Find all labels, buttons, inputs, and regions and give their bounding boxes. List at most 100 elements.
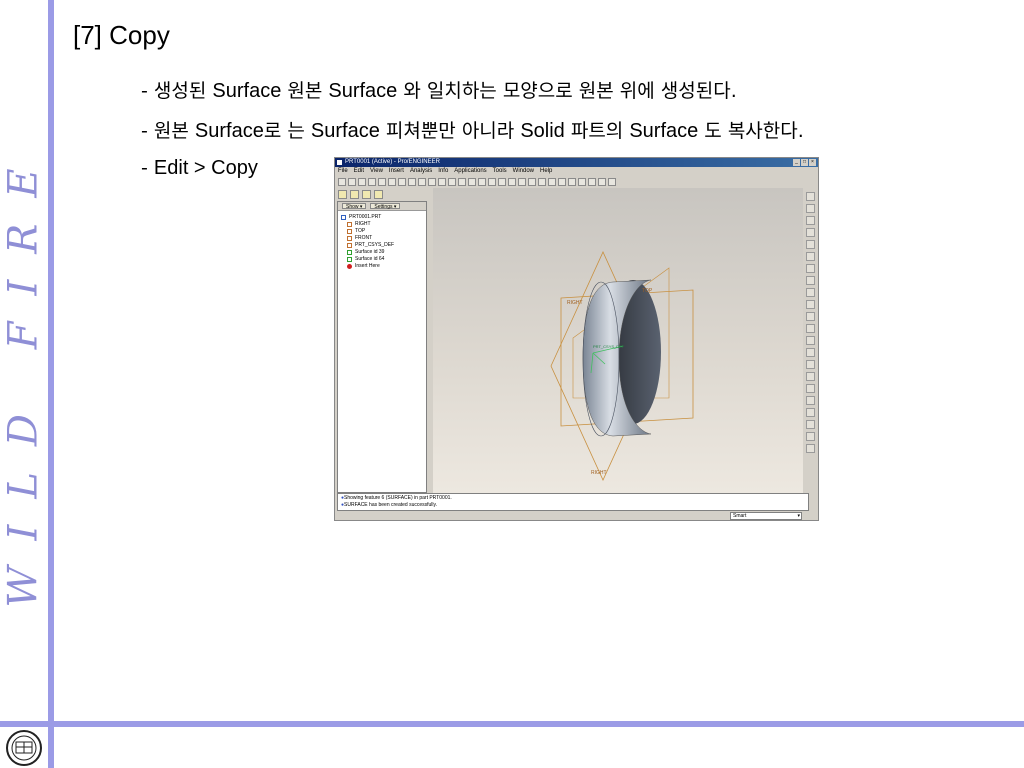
tree-item[interactable]: TOP <box>338 228 426 235</box>
surface-icon <box>347 250 352 255</box>
menu-window[interactable]: Window <box>513 167 534 176</box>
tree-item[interactable]: Insert Here <box>338 263 426 270</box>
new-icon[interactable] <box>338 178 346 186</box>
offset-tool-icon[interactable] <box>806 444 815 453</box>
main-toolbar <box>335 176 818 188</box>
mirror-tool-icon[interactable] <box>806 408 815 417</box>
datum-plane-tool-icon[interactable] <box>806 192 815 201</box>
saved-views-icon[interactable] <box>498 178 506 186</box>
select-icon[interactable] <box>418 178 426 186</box>
datum-plane-icon <box>347 229 352 234</box>
csys-icon[interactable] <box>598 178 606 186</box>
datum-axes-icon[interactable] <box>578 178 586 186</box>
secondary-toolbar <box>335 188 425 200</box>
close-icon[interactable]: × <box>809 159 816 166</box>
minimize-icon[interactable]: _ <box>793 159 800 166</box>
university-seal-logo <box>6 730 42 766</box>
tree-settings-button[interactable]: Settings ▾ <box>370 203 401 210</box>
copy-icon[interactable] <box>388 178 396 186</box>
connections-icon[interactable] <box>374 190 383 199</box>
pattern-tool-icon[interactable] <box>806 396 815 405</box>
datum-points-icon[interactable] <box>588 178 596 186</box>
viewport-label-csys: PRT_CSYS_DEF <box>593 344 625 349</box>
find-icon[interactable] <box>408 178 416 186</box>
menu-tools[interactable]: Tools <box>493 167 507 176</box>
app-icon <box>337 160 342 165</box>
mail-icon[interactable] <box>378 178 386 186</box>
sketch-tool-icon[interactable] <box>806 228 815 237</box>
wireframe-icon[interactable] <box>528 178 536 186</box>
rib-tool-icon[interactable] <box>806 348 815 357</box>
message-line: SURFACE has been created successfully. <box>341 502 805 509</box>
menu-insert[interactable]: Insert <box>389 167 404 176</box>
paste-icon[interactable] <box>398 178 406 186</box>
csys-tool-icon[interactable] <box>806 252 815 261</box>
merge-tool-icon[interactable] <box>806 420 815 429</box>
view-manager-icon[interactable] <box>518 178 526 186</box>
round-tool-icon[interactable] <box>806 372 815 381</box>
draft-tool-icon[interactable] <box>806 360 815 369</box>
trim-tool-icon[interactable] <box>806 432 815 441</box>
viewport-label-right-bottom: RIGHT <box>591 470 607 476</box>
tree-item[interactable]: Surface id 64 <box>338 256 426 263</box>
menu-applications[interactable]: Applications <box>454 167 486 176</box>
datum-point-tool-icon[interactable] <box>806 240 815 249</box>
tree-item[interactable]: RIGHT <box>338 221 426 228</box>
selection-filter-select[interactable]: Smart <box>730 512 802 520</box>
redo-icon[interactable] <box>438 178 446 186</box>
undo-icon[interactable] <box>428 178 436 186</box>
side-title: WILD FIRE <box>1 142 48 608</box>
shading-icon[interactable] <box>558 178 566 186</box>
print-icon[interactable] <box>368 178 376 186</box>
extrude-tool-icon[interactable] <box>806 276 815 285</box>
tree-item[interactable]: PRT0001.PRT <box>338 214 426 221</box>
menu-view[interactable]: View <box>370 167 383 176</box>
zoom-out-icon[interactable] <box>468 178 476 186</box>
orient-icon[interactable] <box>488 178 496 186</box>
model-tree: Show ▾ Settings ▾ PRT0001.PRT RIGHT TOP … <box>337 201 427 493</box>
regenerate-icon[interactable] <box>448 178 456 186</box>
datum-axis-tool-icon[interactable] <box>806 204 815 213</box>
tree-item[interactable]: PRT_CSYS_DEF <box>338 242 426 249</box>
variable-sweep-icon[interactable] <box>806 300 815 309</box>
favorites-icon[interactable] <box>362 190 371 199</box>
whats-this-icon[interactable] <box>608 178 616 186</box>
datum-curve-tool-icon[interactable] <box>806 216 815 225</box>
feature-toolbar <box>803 188 818 493</box>
tree-tabs: Show ▾ Settings ▾ <box>338 202 426 211</box>
blend-tool-icon[interactable] <box>806 312 815 321</box>
refit-icon[interactable] <box>478 178 486 186</box>
save-icon[interactable] <box>358 178 366 186</box>
maximize-icon[interactable]: □ <box>801 159 808 166</box>
datum-plane-icon <box>347 222 352 227</box>
hole-tool-icon[interactable] <box>806 324 815 333</box>
menu-analysis[interactable]: Analysis <box>410 167 432 176</box>
menu-file[interactable]: File <box>338 167 348 176</box>
datum-planes-icon[interactable] <box>568 178 576 186</box>
open-icon[interactable] <box>348 178 356 186</box>
model-tree-icon[interactable] <box>338 190 347 199</box>
bullet-1: - 생성된 Surface 원본 Surface 와 일치하는 모양으로 원본 … <box>141 80 737 102</box>
hidden-line-icon[interactable] <box>538 178 546 186</box>
menu-info[interactable]: Info <box>438 167 448 176</box>
no-hidden-icon[interactable] <box>548 178 556 186</box>
menu-edit[interactable]: Edit <box>354 167 364 176</box>
zoom-in-icon[interactable] <box>458 178 466 186</box>
analysis-tool-icon[interactable] <box>806 264 815 273</box>
bottom-accent-bar <box>0 721 1024 727</box>
menu-help[interactable]: Help <box>540 167 552 176</box>
tree-item[interactable]: Surface id 39 <box>338 249 426 256</box>
menu-bar: File Edit View Insert Analysis Info Appl… <box>335 167 818 176</box>
tree-show-button[interactable]: Show ▾ <box>342 203 367 210</box>
graphics-viewport[interactable]: RIGHT TOP RIGHT PRT_CSYS_DEF <box>433 188 803 493</box>
folder-browser-icon[interactable] <box>350 190 359 199</box>
chamfer-tool-icon[interactable] <box>806 384 815 393</box>
tree-item[interactable]: FRONT <box>338 235 426 242</box>
slide-title: [7] Copy <box>73 20 170 50</box>
window-titlebar: PRT0001 (Active) - Pro/ENGINEER _ □ × <box>335 158 818 167</box>
layers-icon[interactable] <box>508 178 516 186</box>
window-title: PRT0001 (Active) - Pro/ENGINEER <box>345 159 440 165</box>
datum-plane-icon <box>347 236 352 241</box>
shell-tool-icon[interactable] <box>806 336 815 345</box>
revolve-tool-icon[interactable] <box>806 288 815 297</box>
